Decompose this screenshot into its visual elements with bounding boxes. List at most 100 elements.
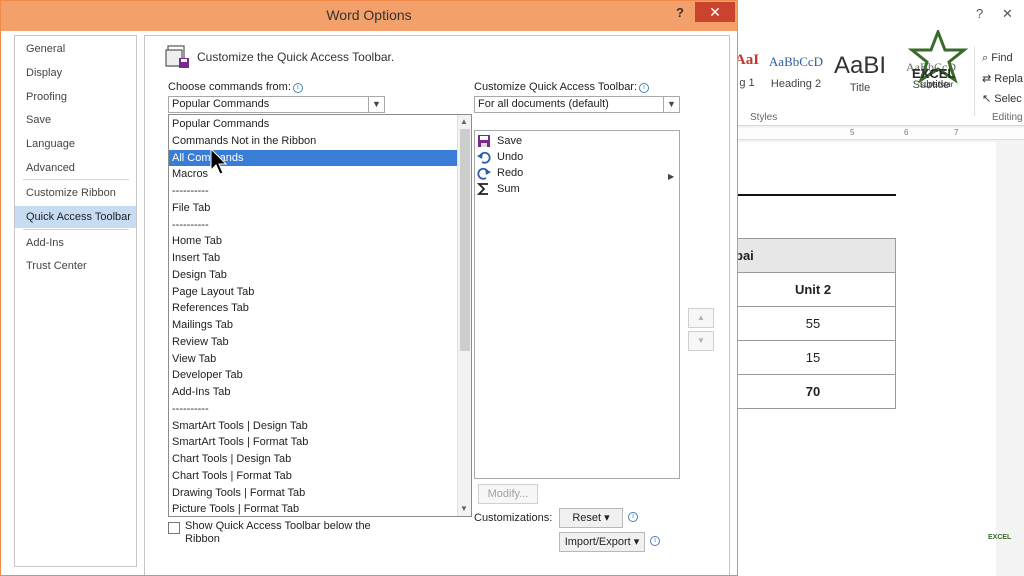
qat-item-save[interactable]: Save (475, 133, 679, 149)
qat-commands-list[interactable]: Save Undo ▶ Redo Sum (474, 130, 680, 479)
dropdown-option[interactable]: Drawing Tools | Format Tab (169, 485, 457, 501)
dropdown-option[interactable]: Picture Tools | Format Tab (169, 501, 457, 516)
nav-item-add-ins[interactable]: Add-Ins (15, 232, 136, 254)
table-cell[interactable]: 15 (730, 340, 896, 375)
style-title[interactable]: AaBI Title (832, 52, 888, 114)
dropdown-scrollbar[interactable]: ▲ ▼ (457, 115, 471, 516)
select-button[interactable]: ↖ Selec (982, 92, 1022, 105)
move-up-button[interactable]: ▲ (688, 308, 714, 328)
dropdown-separator: ---------- (172, 185, 209, 197)
show-below-label: Show Quick Access Toolbar below the Ribb… (185, 520, 371, 545)
mouse-cursor-icon (210, 148, 228, 175)
info-icon[interactable]: i (639, 83, 650, 93)
nav-item-proofing[interactable]: Proofing (15, 86, 136, 108)
customize-qat-dropdown[interactable]: For all documents (default) ▼ (474, 96, 680, 113)
word-ribbon: AaI g 1 AaBbCcD Heading 2 AaBI Title AaB… (730, 34, 1024, 126)
table-cell[interactable]: 55 (730, 306, 896, 341)
qat-item-label: Redo (497, 167, 524, 179)
dropdown-option[interactable]: Page Layout Tab (169, 284, 457, 300)
style-label-heading-2: Heading 2 (770, 78, 822, 90)
nav-item-quick-access-toolbar[interactable]: Quick Access Toolbar (15, 206, 136, 228)
nav-item-advanced[interactable]: Advanced (15, 157, 136, 179)
word-help-button[interactable]: ? (976, 6, 983, 21)
qat-item-sum[interactable]: Sum (475, 181, 679, 197)
sum-icon (477, 183, 488, 195)
style-label-title: Title (849, 82, 871, 94)
scroll-up-icon[interactable]: ▲ (460, 117, 468, 126)
redo-icon (477, 167, 491, 180)
choose-commands-text: Choose commands from: (168, 81, 291, 93)
logo-small: EXCEL (988, 534, 1012, 541)
help-button[interactable]: ? (676, 5, 684, 20)
scroll-down-icon[interactable]: ▼ (460, 504, 468, 513)
dropdown-option[interactable]: Insert Tab (169, 250, 457, 266)
chevron-down-icon[interactable]: ▼ (368, 97, 384, 112)
nav-item-trust-center[interactable]: Trust Center (15, 255, 136, 277)
dropdown-option[interactable]: Commands Not in the Ribbon (169, 133, 457, 149)
replace-icon: ⇄ (982, 73, 995, 85)
nav-item-customize-ribbon[interactable]: Customize Ribbon (15, 182, 136, 204)
select-label: Selec (994, 93, 1022, 105)
reset-button[interactable]: Reset ▾ (559, 508, 623, 528)
style-heading-2[interactable]: AaBbCcD Heading 2 (764, 52, 828, 114)
choose-commands-label: Choose commands from: i (168, 81, 303, 93)
ruler-number: 7 (954, 128, 959, 137)
dropdown-option[interactable]: Chart Tools | Design Tab (169, 451, 457, 467)
nav-item-language[interactable]: Language (15, 133, 136, 155)
dropdown-option[interactable]: Mailings Tab (169, 317, 457, 333)
word-options-dialog: Word Options ? ✕ General Display Proofin… (0, 0, 738, 576)
qat-item-redo[interactable]: Redo (475, 165, 679, 181)
dropdown-option[interactable]: Chart Tools | Format Tab (169, 468, 457, 484)
word-window: ? ✕ AaI g 1 AaBbCcD Heading 2 AaBI Title… (730, 0, 1024, 576)
dropdown-option[interactable]: Developer Tab (169, 367, 457, 383)
dialog-title-bar[interactable]: Word Options ? ✕ (1, 1, 737, 31)
replace-button[interactable]: ⇄ Repla (982, 72, 1023, 85)
table-column-header[interactable]: Unit 2 (730, 272, 896, 307)
dropdown-option[interactable]: References Tab (169, 300, 457, 316)
choose-commands-value: Popular Commands (172, 98, 270, 110)
style-sample-title: AaBI (833, 52, 887, 79)
dialog-title: Word Options (326, 7, 412, 23)
import-export-button[interactable]: Import/Export ▾ (559, 532, 645, 552)
chevron-down-icon[interactable]: ▼ (663, 97, 679, 112)
logo-text: EXCEL (912, 66, 956, 81)
dropdown-option[interactable]: Review Tab (169, 334, 457, 350)
info-icon[interactable]: i (650, 536, 660, 546)
qat-item-undo[interactable]: Undo ▶ (475, 149, 679, 181)
dropdown-option[interactable]: Popular Commands (169, 116, 457, 132)
dropdown-option[interactable]: SmartArt Tools | Design Tab (169, 418, 457, 434)
scrollbar-thumb[interactable] (460, 129, 470, 351)
word-title-bar: ? ✕ (730, 0, 1024, 34)
ruler-number: 5 (850, 128, 855, 137)
dropdown-option[interactable]: SmartArt Tools | Format Tab (169, 434, 457, 450)
table-cell-total[interactable]: 70 (730, 374, 896, 409)
info-icon[interactable]: i (628, 512, 638, 522)
info-icon[interactable]: i (292, 83, 303, 93)
nav-item-general[interactable]: General (15, 38, 136, 60)
nav-item-save[interactable]: Save (15, 109, 136, 131)
modify-button[interactable]: Modify... (478, 484, 538, 504)
dropdown-option[interactable]: Home Tab (169, 233, 457, 249)
show-below-checkbox[interactable] (168, 522, 180, 534)
style-sample-heading-2: AaBbCcD (768, 54, 824, 69)
table-header-cell[interactable]: bai (730, 238, 896, 273)
document-page[interactable]: bai Unit 2 55 15 70 (730, 142, 996, 576)
dropdown-option[interactable]: Add-Ins Tab (169, 384, 457, 400)
dropdown-option[interactable]: Design Tab (169, 267, 457, 283)
move-down-button[interactable]: ▼ (688, 331, 714, 351)
ruler-number: 6 (904, 128, 909, 137)
customize-qat-label: Customize Quick Access Toolbar: i (474, 81, 650, 93)
dropdown-option[interactable]: View Tab (169, 351, 457, 367)
find-button[interactable]: ⌕ Find (982, 52, 1013, 65)
dropdown-option[interactable]: File Tab (169, 200, 457, 216)
dropdown-separator: ---------- (172, 218, 209, 231)
replace-label: Repla (994, 73, 1024, 85)
document-table[interactable]: bai Unit 2 55 15 70 (730, 238, 896, 409)
logo-subtext: superstar (920, 80, 954, 89)
nav-item-display[interactable]: Display (15, 62, 136, 84)
word-close-button[interactable]: ✕ (1002, 6, 1013, 22)
horizontal-line (738, 194, 896, 196)
choose-commands-dropdown[interactable]: Popular Commands ▼ (168, 96, 385, 113)
nav-separator (23, 179, 129, 180)
close-button[interactable]: ✕ (695, 2, 735, 22)
